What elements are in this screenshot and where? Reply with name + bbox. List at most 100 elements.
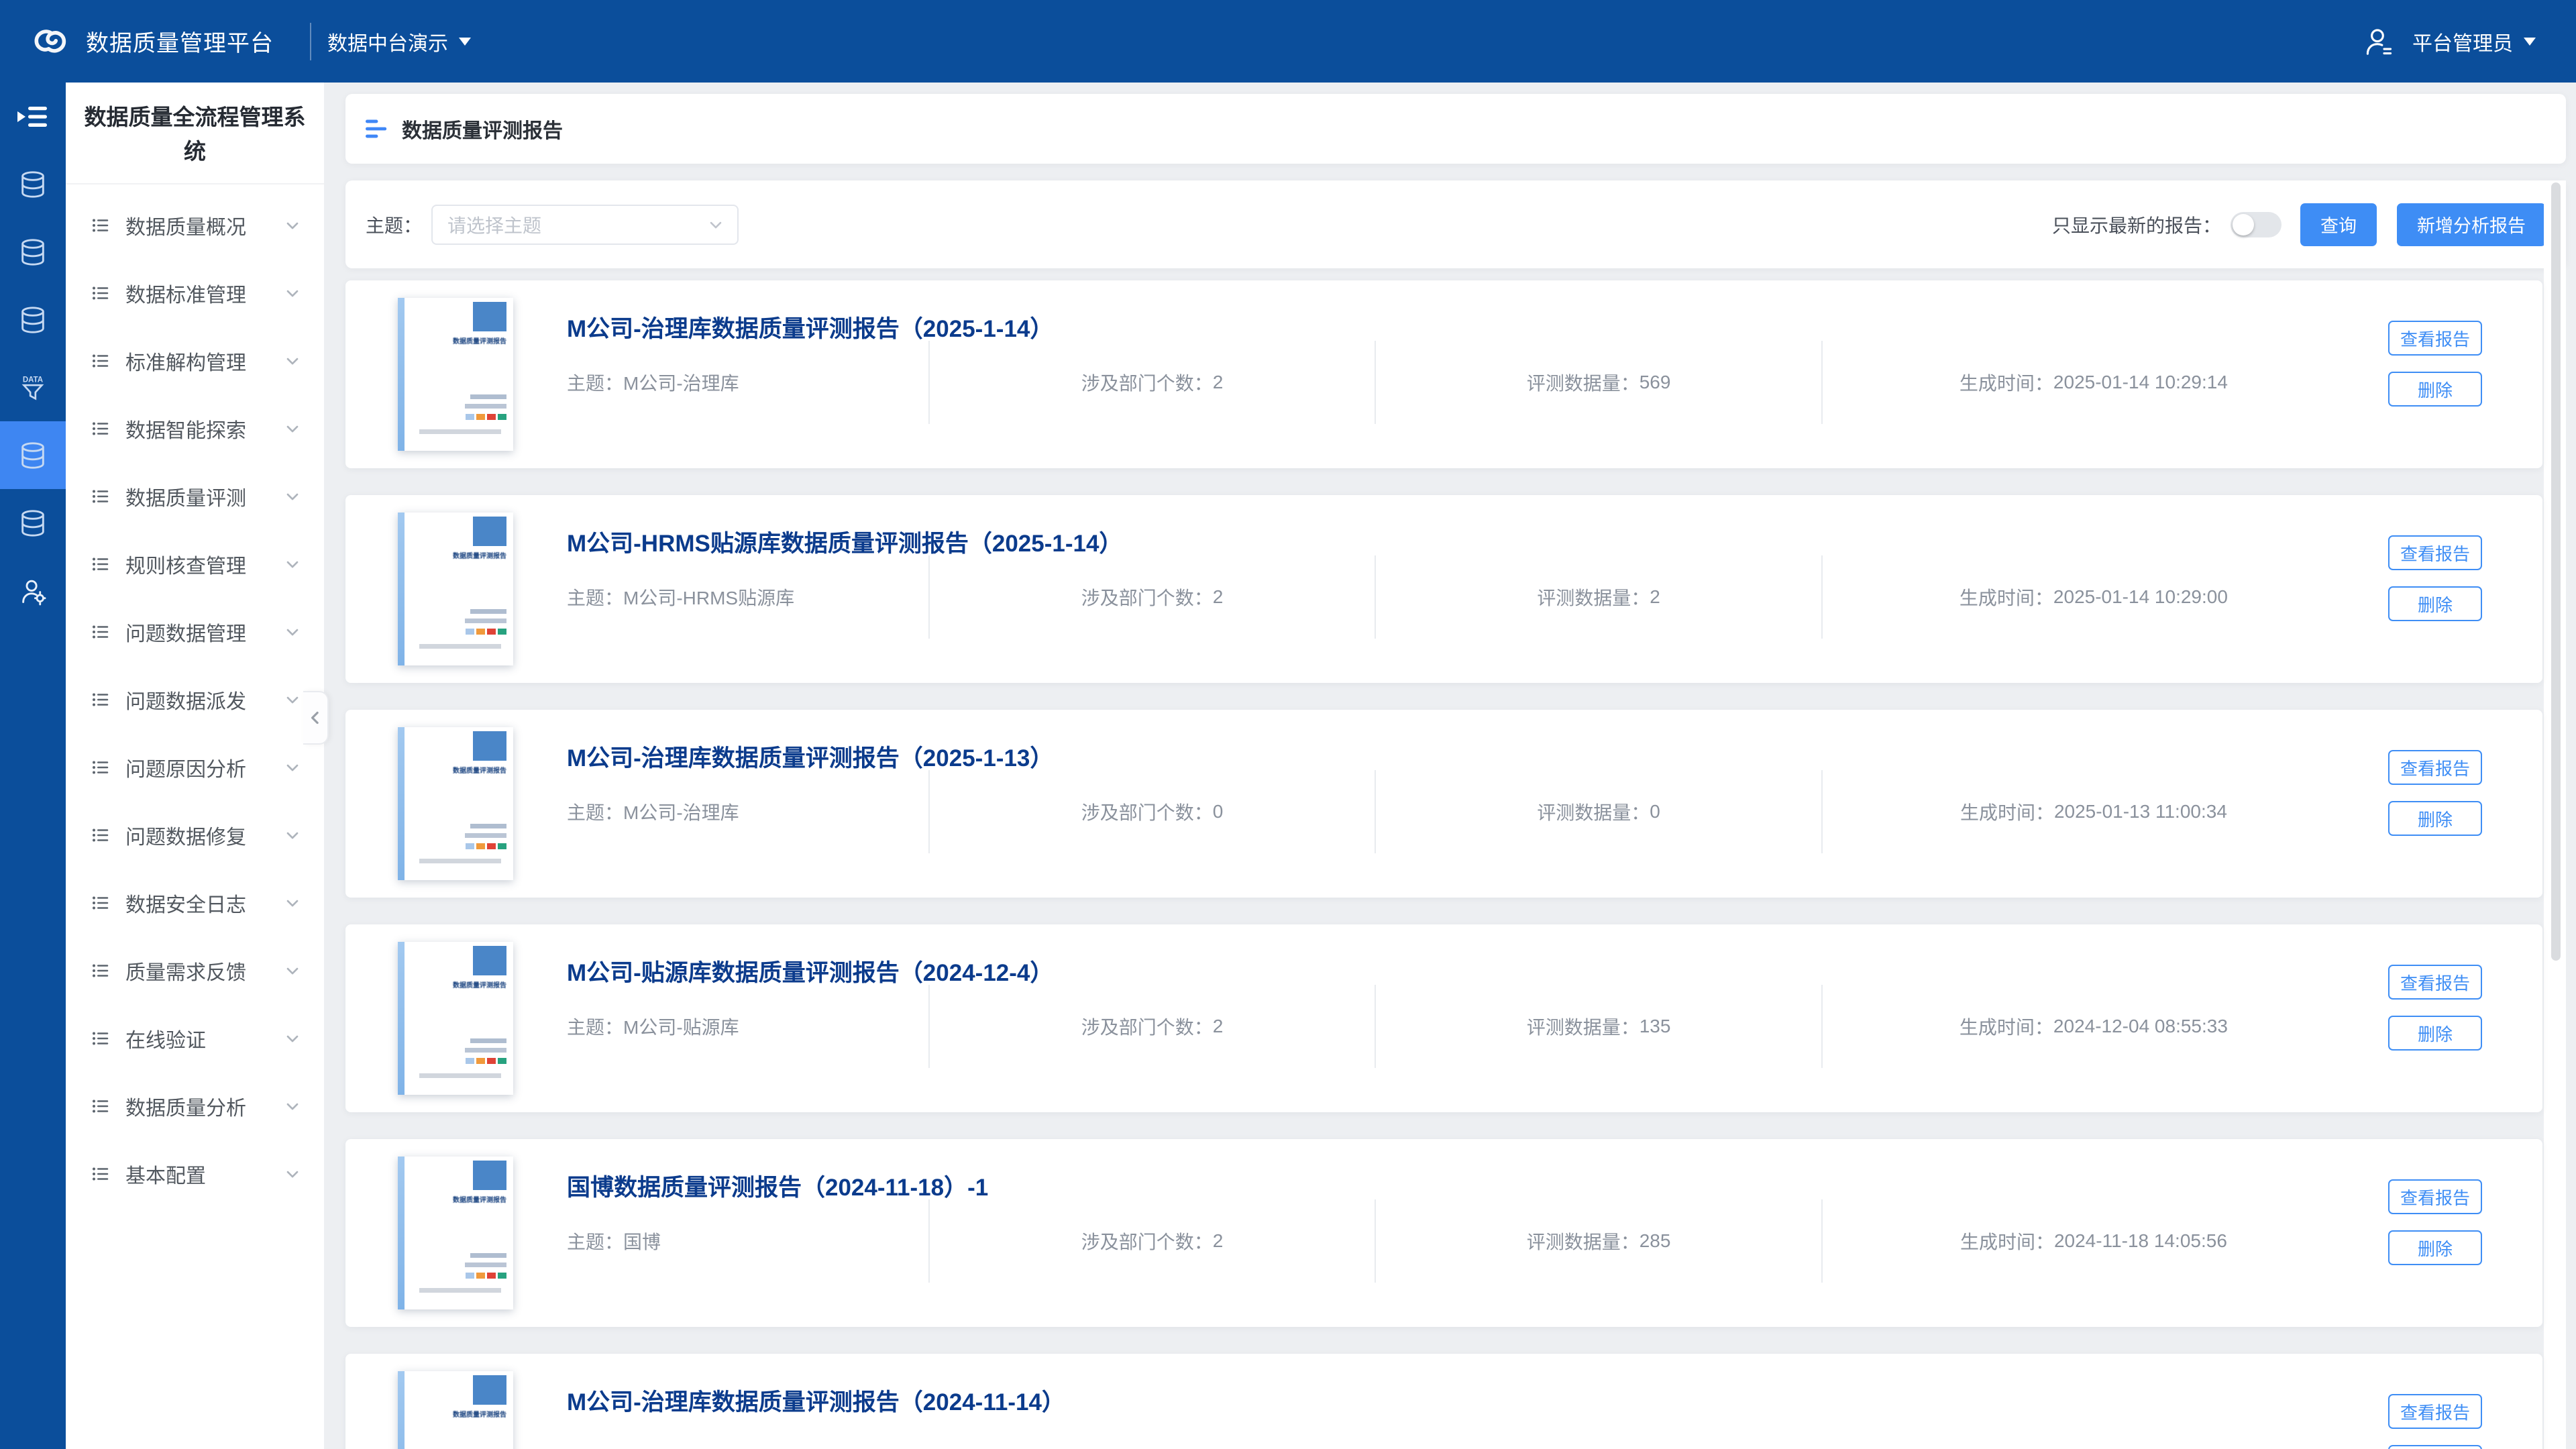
delete-report-button[interactable]: 删除 xyxy=(2388,1016,2482,1051)
topic-select[interactable]: 请选择主题 xyxy=(431,205,739,245)
report-card: 数据质量评测报告 M公司-治理库数据质量评测报告（2025-1-13） 主题：M… xyxy=(345,710,2542,898)
chevron-down-icon[interactable] xyxy=(283,555,302,574)
thumbnail-text-line xyxy=(470,1253,506,1258)
rail-item-data-explore-icon[interactable]: DATA xyxy=(0,354,66,421)
sidebar-menu-item[interactable]: 规则核查管理 xyxy=(66,530,324,598)
sidebar-menu-item[interactable]: 基本配置 xyxy=(66,1140,324,1208)
sidebar-menu-item[interactable]: 问题数据修复 xyxy=(66,801,324,869)
thumbnail-text-line xyxy=(470,609,506,614)
sidebar-menu-item[interactable]: 标准解构管理 xyxy=(66,327,324,394)
view-report-button[interactable]: 查看报告 xyxy=(2388,1179,2482,1214)
report-topic: 主题：M公司-HRMS贴源库 xyxy=(567,584,928,610)
chevron-down-icon[interactable] xyxy=(283,961,302,980)
report-title-link[interactable]: 国博数据质量评测报告（2024-11-18）-1 xyxy=(567,1169,988,1203)
report-thumbnail: 数据质量评测报告 xyxy=(398,942,513,1095)
list-icon xyxy=(91,554,111,574)
thumbnail-text-line xyxy=(419,644,501,649)
user-dropdown[interactable]: 平台管理员 xyxy=(2361,25,2536,58)
thumbnail-text-line xyxy=(419,859,501,863)
report-card: 数据质量评测报告 M公司-治理库数据质量评测报告（2025-1-14） 主题：M… xyxy=(345,280,2542,468)
user-role-label: 平台管理员 xyxy=(2412,27,2513,56)
sidebar-menu-item-label: 数据质量评测 xyxy=(125,482,246,511)
sidebar-menu-item[interactable]: 数据智能探索 xyxy=(66,394,324,462)
rail-item-database-icon[interactable] xyxy=(0,286,66,354)
report-title-link[interactable]: M公司-治理库数据质量评测报告（2025-1-14） xyxy=(567,310,1053,344)
rail-item-user-settings-icon[interactable] xyxy=(0,557,66,625)
sidebar-menu-item[interactable]: 数据标准管理 xyxy=(66,259,324,327)
list-icon xyxy=(91,215,111,235)
list-icon xyxy=(91,961,111,981)
chevron-down-icon[interactable] xyxy=(283,690,302,709)
report-data-volume: 评测数据量：135 xyxy=(1376,1013,1821,1040)
chevron-down-icon[interactable] xyxy=(283,1029,302,1048)
chevron-down-icon[interactable] xyxy=(283,758,302,777)
list-icon xyxy=(91,690,111,710)
sidebar-menu-item[interactable]: 数据质量分析 xyxy=(66,1072,324,1140)
rail-item-database-icon[interactable] xyxy=(0,421,66,489)
workspace-dropdown[interactable]: 数据中台演示 xyxy=(327,27,471,56)
rail-item-database-icon[interactable] xyxy=(0,150,66,218)
chevron-down-icon[interactable] xyxy=(283,487,302,506)
sidebar-menu-item-label: 在线验证 xyxy=(125,1024,206,1053)
thumbnail-text-line xyxy=(470,824,506,828)
user-icon xyxy=(2361,25,2395,58)
delete-report-button[interactable]: 删除 xyxy=(2388,586,2482,621)
thumbnail-color-chips xyxy=(466,629,506,635)
svg-text:DATA: DATA xyxy=(23,376,43,384)
add-analysis-report-button[interactable]: 新增分析报告 xyxy=(2397,203,2546,246)
chevron-down-icon[interactable] xyxy=(283,1097,302,1116)
sidebar-menu-item[interactable]: 问题数据派发 xyxy=(66,665,324,733)
delete-report-button[interactable]: 删除 xyxy=(2388,372,2482,407)
thumbnail-logo-block xyxy=(473,1375,506,1405)
sidebar-menu-item[interactable]: 问题原因分析 xyxy=(66,733,324,801)
sidebar-collapse-handle[interactable] xyxy=(303,691,329,745)
chevron-down-icon[interactable] xyxy=(283,352,302,370)
chevron-down-icon[interactable] xyxy=(283,894,302,912)
sidebar-menu-item-label: 数据安全日志 xyxy=(125,888,246,918)
report-card: 数据质量评测报告 M公司-治理库数据质量评测报告（2024-11-14） 查看报… xyxy=(345,1354,2542,1449)
report-generated-time: 生成时间：2024-11-18 14:05:56 xyxy=(1823,1228,2365,1254)
view-report-button[interactable]: 查看报告 xyxy=(2388,321,2482,356)
sidebar-menu-item[interactable]: 质量需求反馈 xyxy=(66,936,324,1004)
view-report-button[interactable]: 查看报告 xyxy=(2388,1394,2482,1429)
top-navbar: 数据质量管理平台 数据中台演示 平台管理员 xyxy=(0,0,2576,83)
list-icon xyxy=(91,283,111,303)
chevron-down-icon[interactable] xyxy=(283,826,302,845)
delete-report-button[interactable]: 删除 xyxy=(2388,1445,2482,1449)
report-title-link[interactable]: M公司-HRMS贴源库数据质量评测报告（2025-1-14） xyxy=(567,525,1122,559)
list-icon xyxy=(91,1164,111,1184)
chevron-down-icon[interactable] xyxy=(283,1165,302,1183)
report-title-link[interactable]: M公司-治理库数据质量评测报告（2025-1-13） xyxy=(567,739,1053,773)
latest-only-toggle[interactable] xyxy=(2231,212,2282,237)
sidebar-menu-item[interactable]: 在线验证 xyxy=(66,1004,324,1072)
delete-report-button[interactable]: 删除 xyxy=(2388,1230,2482,1265)
sidebar-menu-item[interactable]: 问题数据管理 xyxy=(66,598,324,665)
scrollbar-thumb[interactable] xyxy=(2551,182,2561,961)
rail-item-collapse-menu-icon[interactable] xyxy=(0,83,66,150)
report-data-volume: 评测数据量：0 xyxy=(1376,798,1821,825)
topic-select-placeholder: 请选择主题 xyxy=(447,211,706,238)
report-title-link[interactable]: M公司-贴源库数据质量评测报告（2024-12-4） xyxy=(567,954,1053,988)
view-report-button[interactable]: 查看报告 xyxy=(2388,535,2482,570)
rail-item-database-icon[interactable] xyxy=(0,218,66,286)
workspace-label: 数据中台演示 xyxy=(327,27,448,56)
chevron-down-icon[interactable] xyxy=(283,623,302,641)
search-button[interactable]: 查询 xyxy=(2300,203,2377,246)
toggle-knob xyxy=(2233,214,2254,235)
sidebar-menu-item-label: 基本配置 xyxy=(125,1159,206,1189)
rail-item-database-icon[interactable] xyxy=(0,489,66,557)
chevron-down-icon[interactable] xyxy=(283,419,302,438)
delete-report-button[interactable]: 删除 xyxy=(2388,801,2482,836)
report-title-link[interactable]: M公司-治理库数据质量评测报告（2024-11-14） xyxy=(567,1383,1065,1417)
view-report-button[interactable]: 查看报告 xyxy=(2388,750,2482,785)
chevron-down-icon[interactable] xyxy=(283,284,302,303)
chevron-down-icon[interactable] xyxy=(283,216,302,235)
sidebar-menu-item[interactable]: 数据质量评测 xyxy=(66,462,324,530)
report-thumbnail: 数据质量评测报告 xyxy=(398,513,513,665)
sidebar-menu-item[interactable]: 数据安全日志 xyxy=(66,869,324,936)
report-card: 数据质量评测报告 M公司-HRMS贴源库数据质量评测报告（2025-1-14） … xyxy=(345,495,2542,683)
sidebar-menu-item[interactable]: 数据质量概况 xyxy=(66,191,324,259)
thumbnail-text-line xyxy=(419,429,501,434)
thumbnail-text-line xyxy=(465,1048,506,1053)
view-report-button[interactable]: 查看报告 xyxy=(2388,965,2482,1000)
